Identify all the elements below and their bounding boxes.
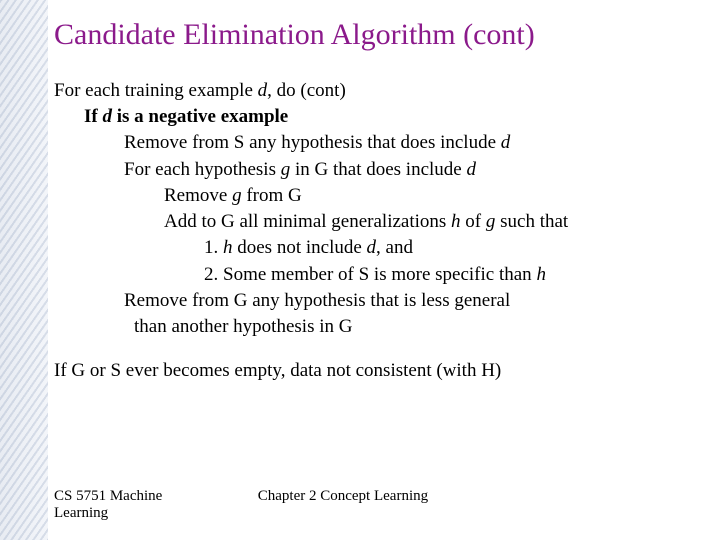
var-d: d (102, 106, 112, 127)
line-11: If G or S ever becomes empty, data not c… (54, 358, 674, 384)
footer-chapter: Chapter 2 Concept Learning (258, 488, 558, 505)
text: 1. (204, 237, 223, 258)
text: does not include (233, 237, 367, 258)
line-5: Remove g from G (164, 183, 674, 209)
var-h: h (223, 237, 233, 258)
text: such that (495, 211, 568, 232)
text: For each hypothesis (124, 159, 281, 180)
line-3: Remove from S any hypothesis that does i… (124, 130, 674, 156)
text: than another hypothesis in G (134, 316, 352, 337)
var-d: d (258, 80, 268, 101)
var-d: d (367, 237, 377, 258)
text: , do (cont) (267, 80, 346, 101)
text: of (461, 211, 486, 232)
text: Remove from S any hypothesis that does i… (124, 132, 501, 153)
slide-body: For each training example d, do (cont) I… (54, 78, 674, 384)
line-7: 1. h does not include d, and (204, 235, 674, 261)
line-8: 2. Some member of S is more specific tha… (204, 262, 674, 288)
text: If (84, 106, 102, 127)
text: in G that does include (290, 159, 466, 180)
text: Remove from G any hypothesis that is les… (124, 290, 510, 311)
text: For each training example (54, 80, 258, 101)
line-1: For each training example d, do (cont) (54, 78, 674, 104)
var-d: d (501, 132, 511, 153)
text: 2. Some member of S is more specific tha… (204, 264, 536, 285)
slide: Candidate Elimination Algorithm (cont) F… (0, 0, 720, 540)
var-g: g (281, 159, 291, 180)
var-h: h (536, 264, 546, 285)
line-10: than another hypothesis in G (134, 314, 674, 340)
footer-left: CS 5751 Machine Learning (54, 488, 204, 522)
line-9: Remove from G any hypothesis that is les… (124, 288, 674, 314)
footer-course-2: Learning (54, 505, 108, 521)
line-6: Add to G all minimal generalizations h o… (164, 209, 674, 235)
var-h: h (451, 211, 461, 232)
text: If G or S ever becomes empty, data not c… (54, 360, 501, 381)
text: Add to G all minimal generalizations (164, 211, 451, 232)
footer-course-1: CS 5751 Machine (54, 488, 162, 504)
line-4: For each hypothesis g in G that does inc… (124, 157, 674, 183)
line-2: If d is a negative example (84, 104, 674, 130)
var-g: g (232, 185, 242, 206)
text: is a negative example (112, 106, 288, 127)
text: from G (242, 185, 302, 206)
var-g: g (486, 211, 496, 232)
var-d: d (466, 159, 476, 180)
text: Remove (164, 185, 232, 206)
slide-footer: CS 5751 Machine Learning Chapter 2 Conce… (54, 488, 674, 522)
slide-title: Candidate Elimination Algorithm (cont) (54, 18, 535, 52)
text: , and (376, 237, 413, 258)
